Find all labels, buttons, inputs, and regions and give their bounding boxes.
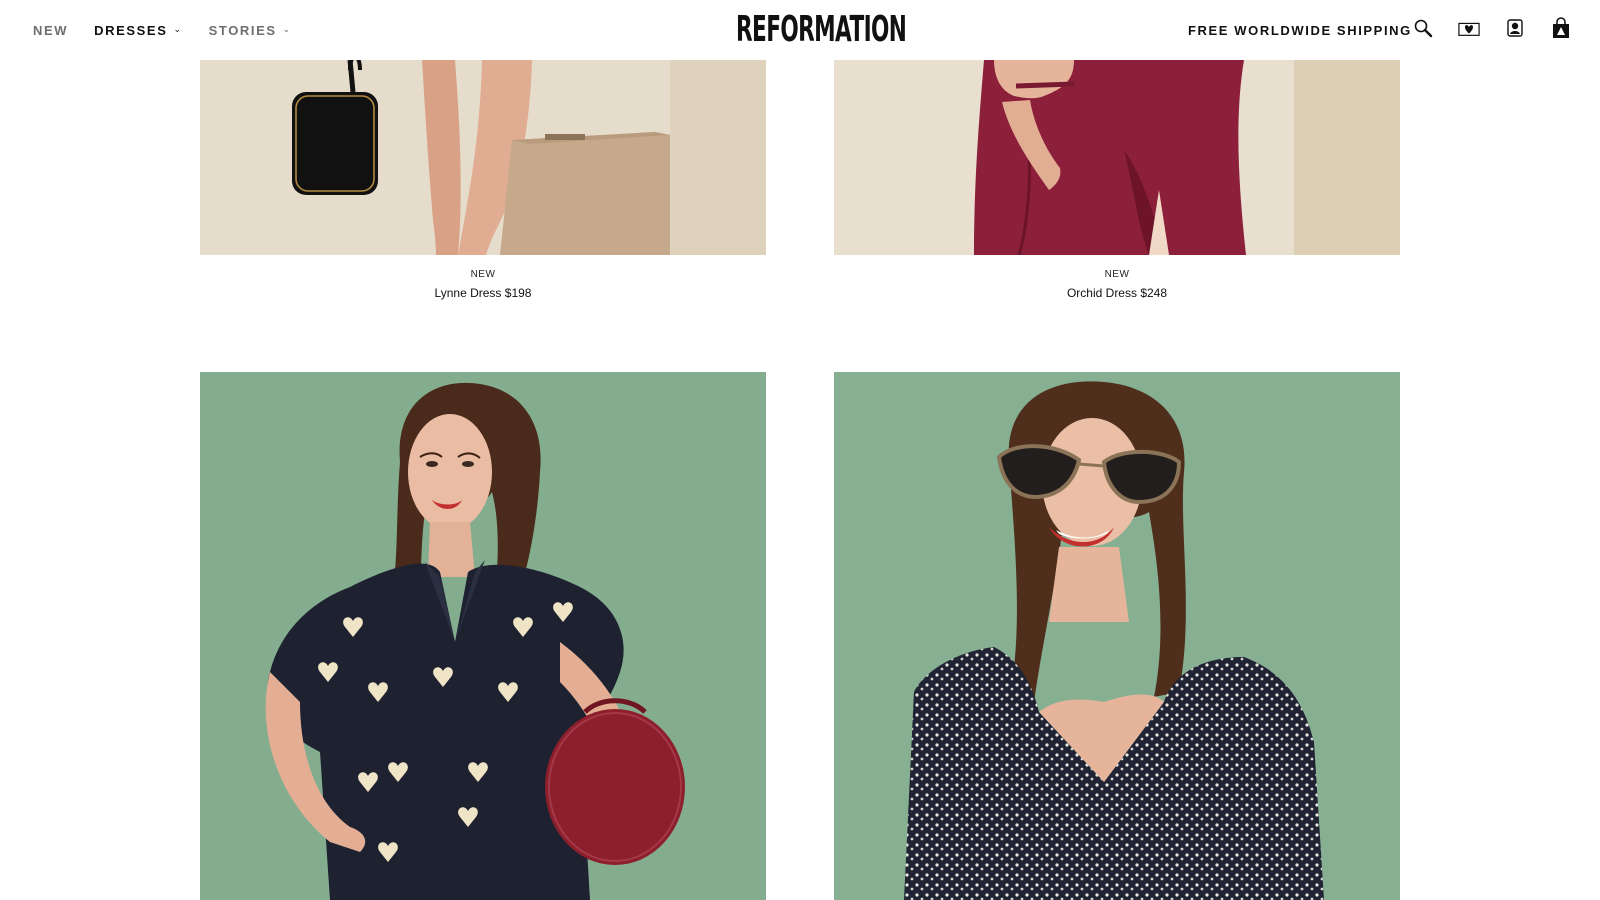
chevron-down-icon: ⌄ — [282, 23, 292, 34]
nav-item-label: NEW — [33, 22, 69, 38]
main-nav: NEW DRESSES ⌄ STORIES ⌄ — [33, 0, 292, 60]
brand-logo[interactable]: REFORMATION — [736, 11, 907, 49]
nav-item-new[interactable]: NEW — [33, 23, 68, 38]
product-image-lynne-dress[interactable] — [200, 60, 766, 255]
product-caption: NEW Orchid Dress $248 — [834, 269, 1400, 300]
product-photo — [200, 372, 766, 900]
product-image-floral-dress[interactable] — [834, 372, 1400, 900]
search-icon[interactable] — [1412, 16, 1434, 40]
new-badge: NEW — [1104, 269, 1130, 280]
header-icons — [1412, 16, 1572, 40]
site-header: NEW DRESSES ⌄ STORIES ⌄ REFORMATION FREE… — [0, 0, 1600, 60]
chevron-down-icon: ⌄ — [173, 23, 183, 34]
nav-item-stories[interactable]: STORIES ⌄ — [209, 23, 292, 38]
nav-item-dresses[interactable]: DRESSES ⌄ — [94, 23, 183, 38]
shipping-banner-link[interactable]: FREE WORLDWIDE SHIPPING — [1188, 0, 1412, 60]
wishlist-heart-icon[interactable] — [1458, 16, 1480, 40]
product-photo — [834, 372, 1400, 900]
product-photo — [200, 60, 766, 255]
nav-item-label: DRESSES — [94, 22, 168, 38]
account-icon[interactable] — [1504, 16, 1526, 40]
product-title-link[interactable]: Lynne Dress $198 — [200, 286, 766, 300]
product-image-orchid-dress[interactable] — [834, 60, 1400, 255]
new-badge: NEW — [470, 269, 496, 280]
product-caption: NEW Lynne Dress $198 — [200, 269, 766, 300]
product-title-link[interactable]: Orchid Dress $248 — [834, 286, 1400, 300]
product-photo — [834, 60, 1400, 255]
shopping-bag-icon[interactable] — [1550, 16, 1572, 40]
product-image-heart-print-dress[interactable] — [200, 372, 766, 900]
nav-item-label: STORIES — [208, 22, 277, 38]
